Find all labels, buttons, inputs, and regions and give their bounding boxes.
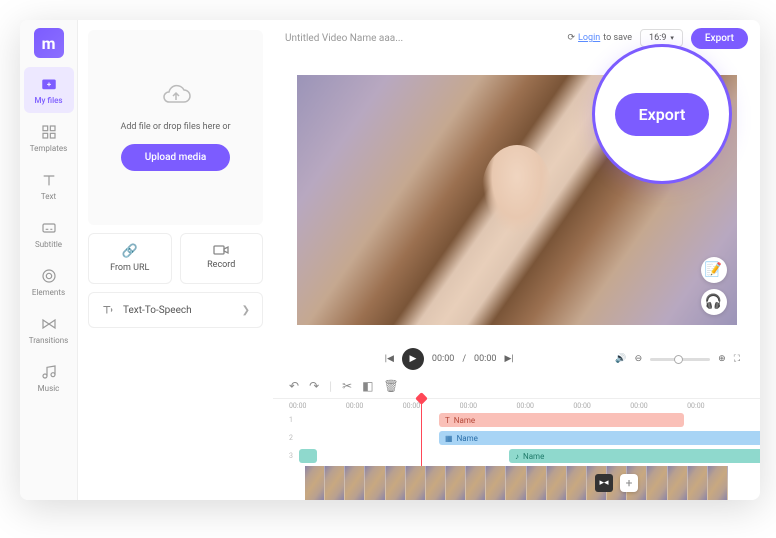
support-badge[interactable]: 🎧 bbox=[701, 289, 727, 315]
text-clip[interactable]: TName bbox=[439, 413, 684, 427]
crop-button[interactable]: ◧ bbox=[362, 379, 373, 393]
nav-subtitle[interactable]: Subtitle bbox=[24, 211, 74, 257]
transitions-icon bbox=[40, 315, 58, 333]
next-frame-button[interactable]: ▶| bbox=[504, 354, 513, 364]
timeline-toolbar: ↶ ↷ | ✂ ◧ 🗑 bbox=[273, 374, 760, 398]
video-track[interactable]: ▸◂ + bbox=[305, 466, 728, 500]
music-icon bbox=[40, 363, 58, 381]
chevron-down-icon: ▾ bbox=[670, 34, 674, 42]
text-to-speech-button[interactable]: Text-To-Speech ❯ bbox=[88, 292, 263, 328]
notes-badge[interactable]: 📝 bbox=[701, 257, 727, 283]
upload-media-button[interactable]: Upload media bbox=[121, 144, 231, 171]
transition-marker[interactable]: ▸◂ bbox=[595, 474, 613, 492]
timeline-tracks: 1 TName 2 ▦Name 3 ♪Name ▸◂ + bbox=[273, 412, 760, 500]
zoom-in-button[interactable]: ⊕ bbox=[718, 354, 726, 364]
nav-my-files[interactable]: My files bbox=[24, 67, 74, 113]
redo-button[interactable]: ↷ bbox=[309, 379, 319, 393]
timeline-ruler[interactable]: 00:0000:0000:0000:0000:0000:0000:0000:00 bbox=[273, 398, 760, 412]
upload-hint: Add file or drop files here or bbox=[120, 122, 230, 132]
time-current: 00:00 bbox=[432, 354, 454, 364]
templates-icon bbox=[40, 123, 58, 141]
chevron-right-icon: ❯ bbox=[242, 305, 250, 316]
folder-plus-icon bbox=[40, 75, 58, 93]
record-button[interactable]: Record bbox=[180, 233, 264, 284]
project-title[interactable]: Untitled Video Name aaa... bbox=[285, 33, 560, 44]
track-row[interactable]: 2 ▦Name bbox=[289, 430, 744, 446]
export-callout-button[interactable]: Export bbox=[615, 93, 710, 136]
play-button[interactable]: ▶ bbox=[402, 348, 424, 370]
audio-clip[interactable]: ♪Name bbox=[509, 449, 760, 463]
cut-button[interactable]: ✂ bbox=[342, 379, 352, 393]
track-row[interactable]: 3 ♪Name bbox=[289, 448, 744, 464]
sync-icon: ⟳ bbox=[568, 33, 576, 43]
zoom-out-button[interactable]: ⊖ bbox=[635, 354, 643, 364]
nav-text[interactable]: Text bbox=[24, 163, 74, 209]
nav-templates[interactable]: Templates bbox=[24, 115, 74, 161]
login-prompt: ⟳ Login to save bbox=[568, 33, 633, 43]
player-controls: |◀ ▶ 00:00/00:00 ▶| 🔊 ⊖ ⊕ ⛶ bbox=[273, 344, 760, 374]
nav-elements[interactable]: Elements bbox=[24, 259, 74, 305]
undo-button[interactable]: ↶ bbox=[289, 379, 299, 393]
from-url-button[interactable]: 🔗 From URL bbox=[88, 233, 172, 284]
zoom-slider[interactable] bbox=[650, 358, 710, 361]
text-icon bbox=[40, 171, 58, 189]
export-callout: Export bbox=[592, 44, 732, 184]
subtitle-icon bbox=[40, 219, 58, 237]
left-nav: m My files Templates Text Subtitle Eleme… bbox=[20, 20, 78, 500]
app-logo[interactable]: m bbox=[34, 28, 64, 58]
nav-transitions[interactable]: Transitions bbox=[24, 307, 74, 353]
link-icon: 🔗 bbox=[122, 244, 138, 259]
time-total: 00:00 bbox=[474, 354, 496, 364]
elements-icon bbox=[40, 267, 58, 285]
upload-dropzone[interactable]: Add file or drop files here or Upload me… bbox=[88, 30, 263, 225]
prev-frame-button[interactable]: |◀ bbox=[385, 354, 394, 364]
side-panel: Add file or drop files here or Upload me… bbox=[78, 20, 273, 500]
nav-music[interactable]: Music bbox=[24, 355, 74, 401]
login-link[interactable]: Login bbox=[578, 33, 600, 43]
element-clip[interactable]: ▦Name bbox=[439, 431, 760, 445]
export-button[interactable]: Export bbox=[691, 28, 748, 49]
text-clip-icon: T bbox=[445, 416, 450, 425]
delete-button[interactable]: 🗑 bbox=[383, 379, 398, 393]
tts-icon bbox=[101, 303, 115, 317]
audio-clip-icon: ♪ bbox=[515, 452, 519, 461]
volume-button[interactable]: 🔊 bbox=[615, 354, 626, 364]
add-clip-button[interactable]: + bbox=[620, 474, 638, 492]
audio-clip-small[interactable] bbox=[299, 449, 317, 463]
camera-icon bbox=[213, 244, 229, 256]
cloud-upload-icon bbox=[159, 84, 193, 110]
element-clip-icon: ▦ bbox=[445, 434, 453, 443]
track-row[interactable]: 1 TName bbox=[289, 412, 744, 428]
fullscreen-button[interactable]: ⛶ bbox=[734, 354, 740, 364]
